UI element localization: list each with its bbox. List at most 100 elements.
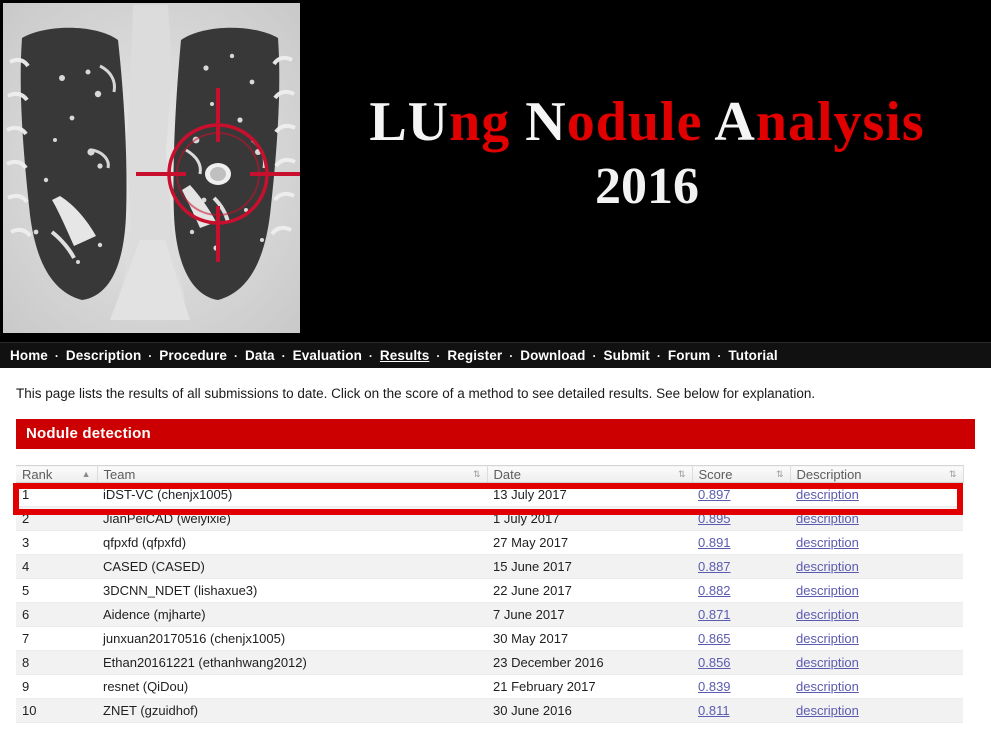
cell-description[interactable]: description [790,482,963,507]
cell-description-link[interactable]: description [796,703,859,718]
cell-score-link[interactable]: 0.871 [698,607,731,622]
cell-description[interactable]: description [790,674,963,699]
cell-description[interactable]: description [790,626,963,651]
cell-description-link[interactable]: description [796,511,859,526]
cell-description[interactable]: description [790,554,963,579]
nav-separator: · [656,348,661,363]
nav-item-register[interactable]: Register [447,348,502,363]
cell-description-link[interactable]: description [796,631,859,646]
cell-score-link[interactable]: 0.811 [698,703,730,718]
nav-separator: · [54,348,59,363]
cell-description-link[interactable]: description [796,583,859,598]
title-part-5: nalysis [755,91,925,154]
nav-item-tutorial[interactable]: Tutorial [728,348,777,363]
cell-score-link[interactable]: 0.887 [698,559,731,574]
results-table-header-row: Rank ▲ Team ⇅ Date ⇅ Score ⇅ Description ⇅ [16,465,964,483]
title-part-3: odule [566,91,715,154]
table-row: 5 3DCNN_NDET (lishaxue3) 22 June 2017 0.882… [16,578,963,603]
cell-score[interactable]: 0.897 [692,482,790,507]
cell-score-link[interactable]: 0.865 [698,631,731,646]
cell-rank: 9 [16,674,97,699]
cell-rank: 4 [16,554,97,579]
cell-rank: 2 [16,506,97,531]
title-part-2: N [525,91,567,154]
sort-toggle-icon[interactable]: ⇅ [949,469,957,479]
cell-score[interactable]: 0.895 [692,506,790,531]
sort-toggle-icon[interactable]: ⇅ [473,469,481,479]
table-row: 2 JianPeiCAD (weiyixie) 1 July 2017 0.895 de… [16,506,963,531]
cell-score[interactable]: 0.882 [692,578,790,603]
cell-date: 22 June 2017 [487,578,692,603]
cell-score-link[interactable]: 0.895 [698,511,731,526]
cell-team: junxuan20170516 (chenjx1005) [97,626,487,651]
cell-date: 1 July 2017 [487,506,692,531]
cell-score-link[interactable]: 0.882 [698,583,731,598]
cell-score-link[interactable]: 0.839 [698,679,731,694]
cell-date: 23 December 2016 [487,650,692,675]
cell-score-link[interactable]: 0.897 [698,487,731,502]
cell-score[interactable]: 0.865 [692,626,790,651]
cell-team: qfpxfd (qfpxfd) [97,530,487,555]
cell-description-link[interactable]: description [796,487,859,502]
column-header-team[interactable]: Team ⇅ [97,465,488,483]
nav-item-submit[interactable]: Submit [604,348,650,363]
results-table-body: 1 iDST-VC (chenjx1005) 13 July 2017 0.897 de… [16,482,963,723]
page-content: This page lists the results of all submi… [0,386,991,723]
main-navigation[interactable]: Home · Description · Procedure · Data · Evaluati… [0,342,991,368]
table-row: 10 ZNET (gzuidhof) 30 June 2016 0.811 descri… [16,698,963,723]
sort-toggle-icon[interactable]: ⇅ [776,469,784,479]
cell-score[interactable]: 0.891 [692,530,790,555]
cell-description-link[interactable]: description [796,679,859,694]
cell-description-link[interactable]: description [796,559,859,574]
results-table-wrap: Rank ▲ Team ⇅ Date ⇅ Score ⇅ Description ⇅ 1 iDST-… [13,465,975,723]
column-header-score[interactable]: Score ⇅ [692,465,791,483]
title-part-4: A [714,91,756,154]
column-header-date[interactable]: Date ⇅ [487,465,693,483]
nav-item-data[interactable]: Data [245,348,275,363]
cell-date: 27 May 2017 [487,530,692,555]
cell-description-link[interactable]: description [796,655,859,670]
nav-item-download[interactable]: Download [520,348,585,363]
nav-separator: · [592,348,597,363]
ct-scan-svg [0,0,303,340]
nav-item-procedure[interactable]: Procedure [159,348,227,363]
cell-rank: 1 [16,482,97,507]
cell-score[interactable]: 0.839 [692,674,790,699]
cell-date: 30 June 2016 [487,698,692,723]
cell-rank: 5 [16,578,97,603]
cell-description[interactable]: description [790,578,963,603]
cell-date: 13 July 2017 [487,482,692,507]
column-header-rank[interactable]: Rank ▲ [16,465,98,483]
nav-item-description[interactable]: Description [66,348,141,363]
nav-item-evaluation[interactable]: Evaluation [293,348,362,363]
cell-score[interactable]: 0.811 [692,698,790,723]
sort-ascending-icon[interactable]: ▲ [82,469,91,479]
nav-separator: · [509,348,514,363]
cell-score[interactable]: 0.856 [692,650,790,675]
ct-scan-image [0,0,303,340]
title-part-0: LU [369,91,450,154]
nav-item-home[interactable]: Home [10,348,48,363]
banner-title-block: LUng Nodule Analysis 2016 [303,0,991,342]
nav-item-results[interactable]: Results [380,348,429,363]
cell-description-link[interactable]: description [796,607,859,622]
nav-item-forum[interactable]: Forum [668,348,711,363]
column-header-label: Score [698,466,733,482]
cell-description[interactable]: description [790,650,963,675]
sort-toggle-icon[interactable]: ⇅ [678,469,686,479]
cell-team: Aidence (mjharte) [97,602,487,627]
cell-description[interactable]: description [790,602,963,627]
banner-title: LUng Nodule Analysis [369,93,924,152]
banner-year: 2016 [595,158,699,216]
column-header-label: Date [493,466,521,482]
cell-score[interactable]: 0.871 [692,602,790,627]
cell-description[interactable]: description [790,506,963,531]
cell-score-link[interactable]: 0.856 [698,655,731,670]
column-header-label: Description [796,466,862,482]
cell-description[interactable]: description [790,698,963,723]
cell-description[interactable]: description [790,530,963,555]
cell-description-link[interactable]: description [796,535,859,550]
cell-score-link[interactable]: 0.891 [698,535,731,550]
cell-score[interactable]: 0.887 [692,554,790,579]
column-header-description[interactable]: Description ⇅ [790,465,964,483]
